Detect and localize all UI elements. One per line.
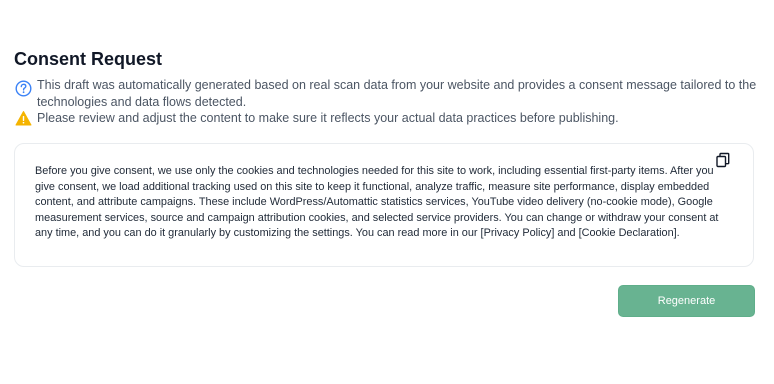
consent-message-text[interactable]: Before you give consent, we use only the… xyxy=(35,164,735,242)
page-title: Consent Request xyxy=(14,49,163,69)
regenerate-button[interactable]: Regenerate xyxy=(618,285,755,317)
consent-message-box: Before you give consent, we use only the… xyxy=(14,143,754,267)
notice-text: Please review and adjust the content to … xyxy=(37,111,619,125)
notice-text: This draft was automatically generated b… xyxy=(37,78,757,109)
question-circle-icon xyxy=(15,80,32,97)
review-warning-notice: Please review and adjust the content to … xyxy=(15,110,765,127)
auto-generated-notice: This draft was automatically generated b… xyxy=(15,77,765,111)
warning-triangle-icon xyxy=(15,110,32,127)
